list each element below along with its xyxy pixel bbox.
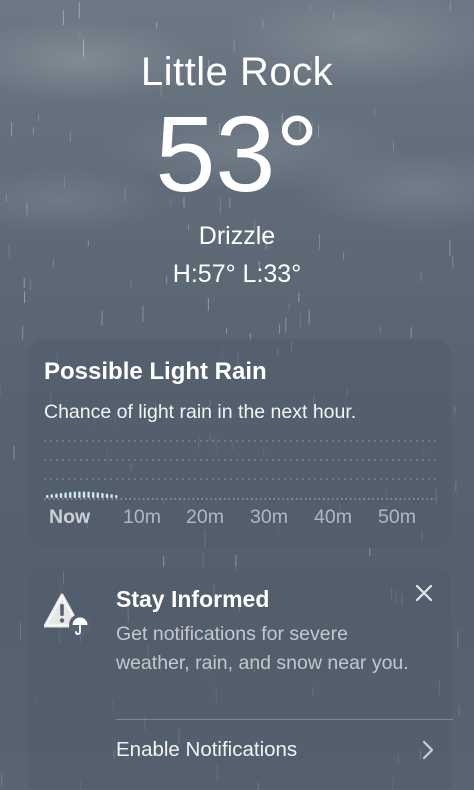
time-axis: Now 10m 20m 30m 40m 50m (44, 506, 444, 532)
tick-50m: 50m (378, 506, 416, 528)
notification-title: Stay Informed (116, 586, 270, 612)
precip-bar (96, 492, 99, 498)
weather-condition: Drizzle (198, 222, 276, 250)
precipitation-title: Possible Light Rain (44, 358, 267, 385)
precipitation-graph (44, 440, 436, 500)
precip-bar (50, 494, 53, 498)
precipitation-subtitle: Chance of light rain in the next hour. (44, 401, 357, 423)
precip-bar (87, 491, 90, 498)
precip-bar (101, 492, 104, 498)
chevron-right-icon[interactable] (421, 739, 435, 761)
tick-30m: 30m (250, 506, 288, 528)
precip-bar (73, 491, 76, 498)
tick-20m: 20m (186, 506, 224, 528)
high-low-temperature: H:57° L:33° (172, 260, 302, 288)
city-name: Little Rock (140, 50, 334, 94)
warning-umbrella-icon (44, 593, 91, 636)
precip-bar (55, 493, 58, 498)
notification-card: Stay Informed Get notifications for seve… (26, 566, 453, 790)
notification-divider (116, 719, 453, 720)
tick-now: Now (49, 506, 91, 528)
precip-bar (82, 491, 86, 498)
tick-10m: 10m (123, 506, 161, 528)
precip-bar (110, 494, 113, 498)
precip-bar (78, 491, 81, 498)
precipitation-card[interactable]: Possible Light Rain Chance of light rain… (26, 338, 453, 549)
close-icon[interactable] (413, 582, 435, 604)
precip-bar (64, 492, 67, 498)
precip-bar (69, 491, 72, 498)
tick-40m: 40m (314, 506, 352, 528)
precip-bar (115, 495, 118, 498)
precip-bar (46, 495, 49, 498)
precip-bar (92, 491, 95, 498)
precip-bar (59, 492, 63, 498)
enable-notifications-button[interactable]: Enable Notifications (116, 738, 297, 762)
current-temperature: 53° (155, 93, 319, 214)
precip-bar (105, 493, 109, 498)
precipitation-bars (46, 491, 118, 498)
notification-description: Get notifications for severe weather, ra… (116, 623, 409, 674)
